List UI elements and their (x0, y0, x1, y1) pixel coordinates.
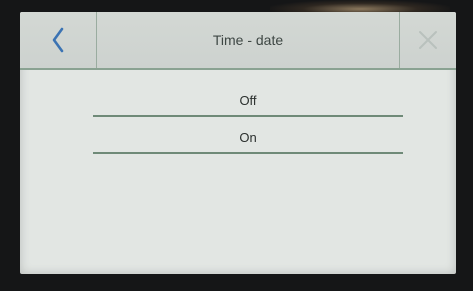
touch-screen: Time - date Off On (20, 12, 456, 274)
header-bar: Time - date (20, 12, 456, 70)
back-button[interactable] (20, 12, 97, 68)
close-button[interactable] (399, 12, 456, 68)
page-title: Time - date (212, 32, 284, 48)
option-off[interactable]: Off (93, 85, 403, 117)
close-icon (419, 31, 437, 49)
option-on[interactable]: On (93, 122, 403, 154)
chevron-left-icon (52, 27, 64, 53)
device-frame: Time - date Off On (0, 0, 473, 291)
